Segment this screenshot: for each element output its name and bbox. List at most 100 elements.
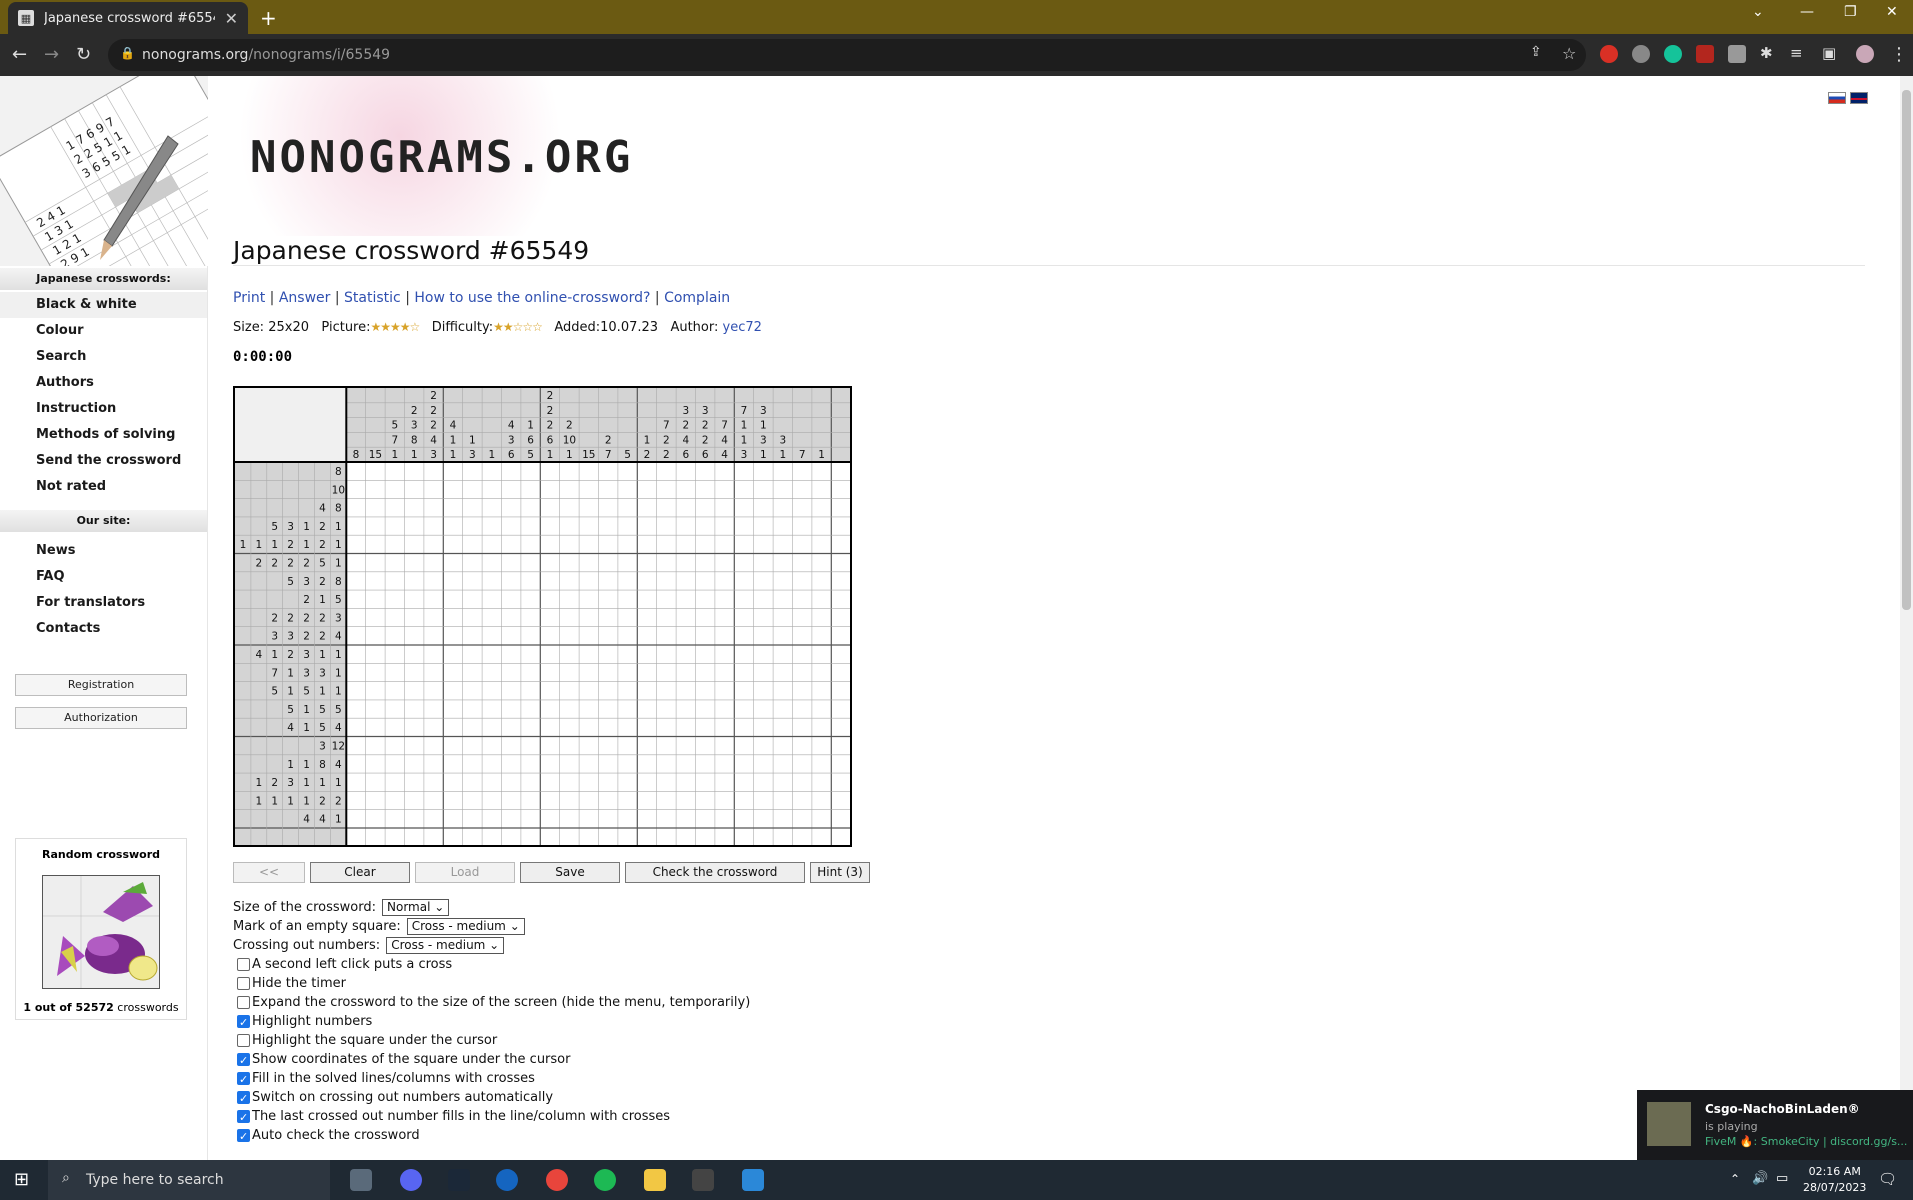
sidebar-item-news[interactable]: News [0, 538, 207, 564]
minimize-icon[interactable]: — [1800, 4, 1814, 20]
column-clue-number[interactable]: 2 [702, 420, 709, 432]
row-clue-number[interactable]: 1 [287, 759, 294, 771]
battle-net-icon[interactable] [496, 1169, 518, 1191]
column-clue-number[interactable]: 1 [566, 449, 573, 461]
column-clue-number[interactable]: 2 [430, 405, 437, 417]
row-clue-number[interactable]: 7 [271, 667, 278, 679]
column-clue-number[interactable]: 6 [527, 434, 534, 446]
column-clue-number[interactable]: 15 [582, 449, 595, 461]
bookmark-star-icon[interactable]: ☆ [1562, 44, 1576, 63]
answer-link[interactable]: Answer [279, 290, 331, 306]
row-clue-number[interactable]: 2 [319, 521, 326, 533]
row-clue-number[interactable]: 3 [271, 631, 278, 643]
row-clue-number[interactable]: 1 [256, 777, 263, 789]
column-clue-number[interactable]: 2 [663, 449, 670, 461]
authorization-button[interactable]: Authorization [15, 707, 187, 729]
row-clue-number[interactable]: 1 [287, 667, 294, 679]
row-clue-number[interactable]: 2 [303, 594, 310, 606]
column-clue-number[interactable]: 2 [547, 420, 554, 432]
column-clue-number[interactable]: 3 [682, 405, 689, 417]
sidebar-item-authors[interactable]: Authors [0, 370, 207, 396]
row-clue-number[interactable]: 1 [303, 722, 310, 734]
row-clue-number[interactable]: 2 [335, 795, 342, 807]
extension-icon[interactable] [1600, 45, 1618, 63]
column-clue-number[interactable]: 2 [430, 390, 437, 402]
extensions-puzzle-icon[interactable]: ✱ [1760, 44, 1773, 62]
row-clue-number[interactable]: 3 [287, 777, 294, 789]
column-clue-number[interactable]: 1 [760, 449, 767, 461]
row-clue-number[interactable]: 3 [303, 576, 310, 588]
setting-checkbox[interactable] [237, 958, 250, 971]
taskbar-search[interactable]: ⌕ Type here to search [48, 1160, 330, 1200]
column-clue-number[interactable]: 8 [353, 449, 360, 461]
row-clue-number[interactable]: 1 [335, 667, 342, 679]
row-clue-number[interactable]: 5 [271, 686, 278, 698]
terminal-icon[interactable] [692, 1169, 714, 1191]
column-clue-number[interactable]: 5 [624, 449, 631, 461]
column-clue-number[interactable]: 2 [547, 405, 554, 417]
column-clue-number[interactable]: 1 [779, 449, 786, 461]
tab-search-icon[interactable]: ⌄ [1752, 4, 1764, 20]
column-clue-number[interactable]: 3 [411, 420, 418, 432]
column-clue-number[interactable]: 2 [663, 434, 670, 446]
row-clue-number[interactable]: 1 [303, 795, 310, 807]
column-clue-number[interactable]: 2 [605, 434, 612, 446]
row-clue-number[interactable]: 1 [335, 539, 342, 551]
complain-link[interactable]: Complain [664, 290, 730, 306]
row-clue-number[interactable]: 2 [287, 649, 294, 661]
column-clue-number[interactable]: 7 [741, 405, 748, 417]
column-clue-number[interactable]: 10 [563, 434, 576, 446]
row-clue-number[interactable]: 1 [319, 777, 326, 789]
author-link[interactable]: yec72 [723, 320, 762, 335]
column-clue-number[interactable]: 2 [566, 420, 573, 432]
column-clue-number[interactable]: 6 [547, 434, 554, 446]
reading-list-icon[interactable]: ≡ [1790, 44, 1803, 62]
setting-checkbox[interactable] [237, 1034, 250, 1047]
row-clue-number[interactable]: 2 [319, 795, 326, 807]
setting-checkbox[interactable] [237, 1070, 250, 1089]
column-clue-number[interactable]: 1 [469, 434, 476, 446]
row-clue-number[interactable]: 5 [335, 594, 342, 606]
browser-menu-icon[interactable]: ⋮ [1890, 44, 1908, 65]
column-clue-number[interactable]: 4 [430, 434, 437, 446]
column-clue-number[interactable]: 3 [779, 434, 786, 446]
row-clue-number[interactable]: 10 [332, 484, 345, 496]
profile-avatar[interactable] [1856, 45, 1874, 63]
row-clue-number[interactable]: 1 [240, 539, 247, 551]
load-button[interactable]: Load [415, 862, 515, 883]
random-crossword-thumbnail[interactable] [42, 875, 160, 989]
browser-tab[interactable]: ▦ Japanese crossword #65549 ✕ [8, 2, 248, 34]
row-clue-number[interactable]: 1 [271, 649, 278, 661]
column-clue-number[interactable]: 1 [741, 434, 748, 446]
row-clue-number[interactable]: 1 [319, 649, 326, 661]
photos-icon[interactable] [742, 1169, 764, 1191]
extension-icon[interactable] [1632, 45, 1650, 63]
clear-button[interactable]: Clear [310, 862, 410, 883]
back-icon[interactable]: ← [12, 44, 27, 65]
row-clue-number[interactable]: 1 [335, 686, 342, 698]
russian-flag-icon[interactable] [1828, 92, 1846, 104]
file-explorer-icon[interactable] [644, 1169, 666, 1191]
column-clue-number[interactable]: 4 [721, 434, 728, 446]
row-clue-number[interactable]: 5 [287, 704, 294, 716]
row-clue-number[interactable]: 5 [319, 722, 326, 734]
network-icon[interactable]: ▭ [1776, 1171, 1788, 1186]
setting-checkbox[interactable] [237, 996, 250, 1009]
volume-icon[interactable]: 🔊 [1752, 1171, 1768, 1186]
column-clue-number[interactable]: 6 [702, 449, 709, 461]
site-logo[interactable]: NONOGRAMS.ORG [250, 132, 633, 183]
grammarly-icon[interactable] [1664, 45, 1682, 63]
row-clue-number[interactable]: 1 [303, 539, 310, 551]
row-clue-number[interactable]: 1 [271, 795, 278, 807]
sidebar-item-not-rated[interactable]: Not rated [0, 474, 207, 500]
column-clue-number[interactable]: 7 [721, 420, 728, 432]
column-clue-number[interactable]: 4 [508, 420, 515, 432]
discord-notification[interactable]: Csgo-NachoBinLaden® is playing FiveM 🔥: … [1637, 1090, 1913, 1160]
row-clue-number[interactable]: 2 [287, 558, 294, 570]
undo-button[interactable]: << [233, 862, 305, 883]
column-clue-number[interactable]: 2 [682, 420, 689, 432]
sidebar-item-faq[interactable]: FAQ [0, 564, 207, 590]
row-clue-number[interactable]: 3 [335, 612, 342, 624]
row-clue-number[interactable]: 1 [319, 686, 326, 698]
statistic-link[interactable]: Statistic [344, 290, 401, 306]
